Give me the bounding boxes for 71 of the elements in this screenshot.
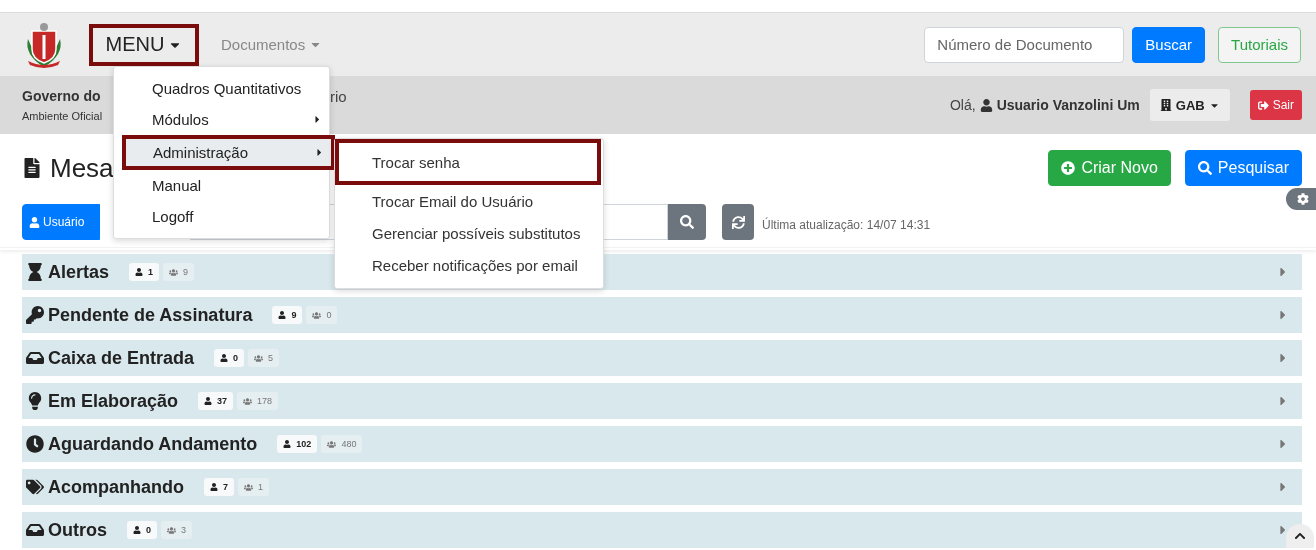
user-icon [29,216,40,228]
search-button[interactable]: Buscar [1132,26,1206,63]
group-title: Aguardando Andamento [48,433,258,455]
submenu-item[interactable]: Gerenciar possíveis substitutos [335,218,603,249]
group-row[interactable]: Aguardando Andamento 102 480 [22,426,1302,462]
logout-button[interactable]: Sair [1249,90,1302,120]
user-name-text: Usuario Vanzolini Um [996,97,1140,113]
group-count-badge: 178 [237,392,279,410]
group-count-badge: 1 [238,478,270,496]
user-count-badge: 0 [214,349,245,367]
organization-name: Governo do [22,88,101,104]
greeting: Olá, [949,97,976,113]
group-count-badge: 5 [248,349,280,367]
group-count-badge: 480 [321,435,363,453]
unit-dropdown[interactable]: GAB [1149,89,1230,121]
group-row[interactable]: Outros 0 3 [22,512,1302,548]
user-icon [979,98,993,112]
scroll-top-button[interactable] [1286,524,1314,548]
user-count-badge: 0 [127,521,158,539]
chevron-up-icon [1294,530,1306,542]
submenu-item[interactable]: Trocar senha [335,139,601,185]
group-title: Caixa de Entrada [48,347,195,369]
user-count-badge: 37 [198,392,234,410]
lightbulb-icon [26,392,44,410]
group-title: Alertas [48,261,110,283]
tags-icon [26,478,44,496]
group-row[interactable]: Caixa de Entrada 0 5 [22,340,1302,376]
group-title: Em Elaboração [48,390,179,412]
menu-item[interactable]: Manual [114,170,329,201]
refresh-icon [731,215,745,229]
page-title: Mesa [50,152,114,184]
plus-icon [1061,161,1076,175]
menu-button[interactable]: MENU [89,23,199,66]
user-count-badge: 7 [204,478,235,496]
settings-button[interactable] [1286,188,1316,210]
group-title: Pendente de Assinatura [48,304,253,326]
user-count-badge: 102 [277,435,318,453]
group-count-badge: 9 [163,263,195,281]
submenu-item[interactable]: Trocar Email do Usuário [335,186,603,217]
group-title: Acompanhando [48,476,184,498]
search-icon [680,215,694,229]
menu-item[interactable]: Logoff [114,201,329,232]
menu-item[interactable]: Módulos [114,104,329,135]
gear-icon [1297,193,1309,205]
user-count-badge: 1 [129,263,160,281]
logout-icon [1257,99,1269,111]
group-row[interactable]: Em Elaboração 37 178 [22,383,1302,419]
search-icon [1197,161,1212,175]
menu-item[interactable]: Administração [122,135,335,170]
building-icon [1159,99,1172,111]
group-count-badge: 3 [161,521,193,539]
menu-item[interactable]: Quadros Quantitativos [114,73,329,104]
group-title: Outros [48,519,107,541]
user-count-badge: 9 [272,306,303,324]
key-icon [26,306,44,324]
user-toggle[interactable]: Usuário [22,204,100,240]
document-number-field[interactable]: Número de Documento [924,26,1125,63]
search-button[interactable] [668,204,706,240]
environment-label: Ambiente Oficial [22,110,103,122]
group-row[interactable]: Acompanhando 7 1 [22,469,1302,505]
document-icon [22,158,42,178]
group-row[interactable]: Pendente de Assinatura 9 0 [22,297,1302,333]
search-documents-button[interactable]: Pesquisar [1184,150,1302,186]
refresh-button[interactable] [722,204,754,240]
hourglass-icon [26,263,44,281]
clock-icon [26,435,44,453]
inbox-icon [26,349,44,367]
group-count-badge: 0 [306,306,338,324]
organization-name-tail: rio [330,88,347,105]
last-update-text: Última atualização: 14/07 14:31 [762,218,931,232]
inbox-icon [26,521,44,539]
